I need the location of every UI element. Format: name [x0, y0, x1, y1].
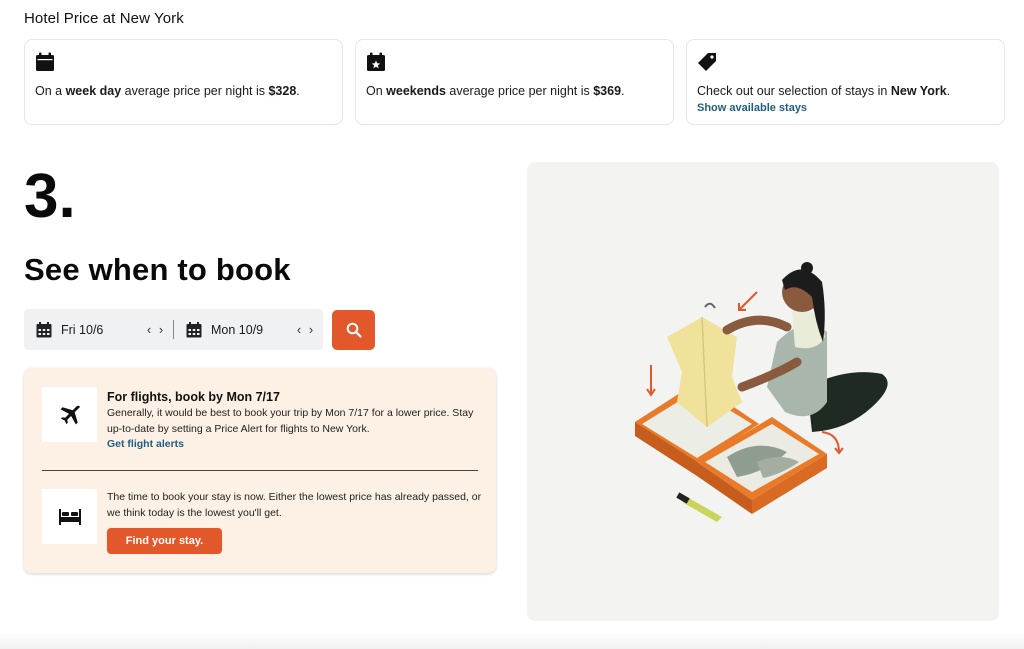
weekend-price-text: On weekends average price per night is $… [366, 84, 625, 98]
packing-suitcase-illustration [635, 262, 888, 522]
section-title: Hotel Price at New York [24, 10, 184, 27]
page-bottom-edge [0, 631, 1024, 649]
page-heading: See when to book [24, 252, 291, 287]
end-date-field[interactable]: Mon 10/9 ‹ › [186, 309, 317, 350]
booking-advice-panel: For flights, book by Mon 7/17 Generally,… [24, 368, 496, 573]
flight-advice-body: Generally, it would be best to book your… [107, 407, 474, 435]
end-date-prev-button[interactable]: ‹ [293, 322, 305, 337]
bed-icon [58, 508, 81, 525]
search-button[interactable] [332, 310, 375, 350]
stays-card: Check out our selection of stays in New … [686, 39, 1005, 125]
step-number: 3. [24, 162, 76, 231]
get-flight-alerts-link[interactable]: Get flight alerts [107, 438, 184, 450]
show-available-stays-link[interactable]: Show available stays [697, 102, 807, 114]
start-date-field[interactable]: Fri 10/6 ‹ › [36, 309, 167, 350]
start-date-value: Fri 10/6 [61, 322, 104, 337]
start-date-next-button[interactable]: › [155, 322, 167, 337]
calendar-icon [186, 321, 202, 337]
weekend-price-card: On weekends average price per night is $… [355, 39, 674, 125]
flight-icon-box [42, 387, 97, 442]
packing-illustration [527, 162, 999, 621]
stays-text: Check out our selection of stays in New … [697, 84, 951, 98]
calendar-star-icon [367, 52, 385, 71]
find-your-stay-button[interactable]: Find your stay. [107, 528, 222, 554]
calendar-icon [36, 52, 54, 71]
date-divider [173, 320, 174, 339]
weekday-price-text: On a week day average price per night is… [35, 84, 300, 98]
tag-icon [698, 53, 716, 71]
calendar-icon [36, 321, 52, 337]
flight-advice-title: For flights, book by Mon 7/17 [107, 390, 280, 404]
date-range-picker[interactable]: Fri 10/6 ‹ › Mon 10/9 ‹ › [24, 309, 323, 350]
end-date-next-button[interactable]: › [305, 322, 317, 337]
start-date-prev-button[interactable]: ‹ [143, 322, 155, 337]
advice-divider [42, 470, 478, 471]
stay-advice-body: The time to book your stay is now. Eithe… [107, 491, 482, 519]
airplane-icon [60, 405, 80, 424]
stay-icon-box [42, 489, 97, 544]
search-icon [346, 322, 362, 338]
weekday-price-card: On a week day average price per night is… [24, 39, 343, 125]
end-date-value: Mon 10/9 [211, 322, 264, 337]
